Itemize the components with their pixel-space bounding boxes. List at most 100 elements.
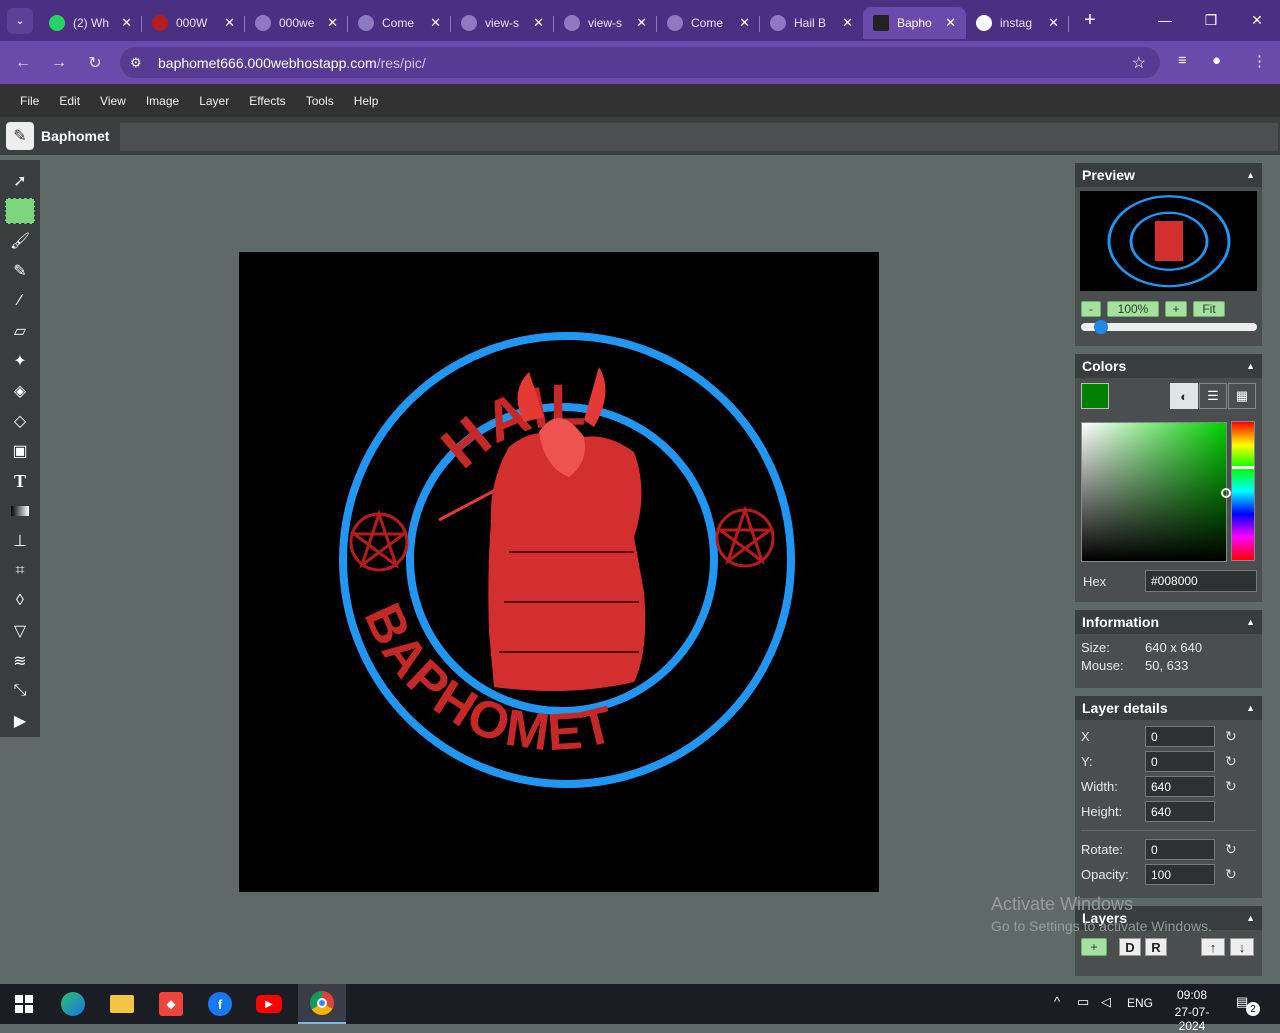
gradient-tool-icon[interactable] [5,498,35,524]
palette-tab[interactable]: ◐ [1170,383,1198,409]
reset-rotate-icon[interactable]: ↻ [1225,841,1237,858]
menu-item-edit[interactable]: Edit [49,94,90,108]
forward-button[interactable]: → [44,48,74,78]
current-color-swatch[interactable] [1081,383,1109,409]
move-layer-up-button[interactable]: ↑ [1201,938,1225,956]
clock[interactable]: 09:08 27-07-2024 [1162,988,1222,1033]
menu-item-help[interactable]: Help [344,94,389,108]
menu-item-effects[interactable]: Effects [239,94,295,108]
back-button[interactable]: ← [8,48,38,78]
zoom-level-button[interactable]: 100% [1107,301,1159,317]
swatch-list-tab[interactable]: ☰ [1199,383,1227,409]
swatch-grid-tab[interactable]: ▦ [1228,383,1256,409]
colors-header[interactable]: Colors ▲ [1075,354,1262,378]
menu-item-view[interactable]: View [90,94,136,108]
browser-tab[interactable]: Hail B ✕ [760,7,863,39]
close-tab-icon[interactable]: ✕ [842,15,853,31]
clone-tool-icon[interactable]: ⊥ [5,528,35,554]
hue-slider[interactable] [1231,421,1255,561]
duplicate-layer-button[interactable]: D [1119,938,1141,956]
zoom-in-button[interactable]: + [1165,301,1187,317]
close-tab-icon[interactable]: ✕ [636,15,647,31]
fill-tool-icon[interactable]: ◈ [5,378,35,404]
youtube-app[interactable]: ▶ [249,984,289,1024]
information-header[interactable]: Information ▲ [1075,610,1262,634]
zoom-slider-thumb[interactable] [1093,320,1108,334]
tab-search-button[interactable]: ⌄ [7,7,33,34]
reload-button[interactable]: ↻ [80,48,110,78]
url-bar[interactable]: ⚙ baphomet666.000webhostapp.com/res/pic/… [120,47,1160,78]
zoom-out-button[interactable]: - [1081,301,1101,317]
browser-tab[interactable]: Bapho ✕ [863,7,966,39]
preview-thumbnail[interactable] [1080,191,1257,291]
minimize-button[interactable]: — [1142,0,1188,40]
image-canvas[interactable]: HAIL BAPHOMET [239,252,879,892]
show-hidden-icons-icon[interactable]: ^ [1054,994,1060,1009]
hex-input[interactable]: #008000 [1145,570,1257,592]
hue-cursor[interactable] [1232,466,1254,469]
reset-x-icon[interactable]: ↻ [1225,728,1237,745]
language-indicator[interactable]: ENG [1127,996,1153,1010]
saturation-cursor[interactable] [1221,488,1231,498]
blur-tool-icon[interactable]: ◊ [5,588,35,614]
browser-tab[interactable]: 000we ✕ [245,7,348,39]
chrome-app[interactable] [298,984,346,1024]
browser-tab[interactable]: (2) Wh ✕ [39,7,142,39]
notification-center-button[interactable]: ▤ 2 [1236,994,1260,1016]
rotate-input[interactable]: 0 [1145,839,1215,860]
bulge-tool-icon[interactable]: ≋ [5,648,35,674]
y-input[interactable]: 0 [1145,751,1215,772]
close-tab-icon[interactable]: ✕ [121,15,132,31]
sharpen-tool-icon[interactable]: ▽ [5,618,35,644]
menu-item-tools[interactable]: Tools [296,94,344,108]
anydesk-app[interactable]: ◆ [151,984,191,1024]
browser-tab[interactable]: 000W ✕ [142,7,245,39]
browser-tab[interactable]: instag ✕ [966,7,1069,39]
crop-tool-icon[interactable]: ⌗ [5,558,35,584]
bookmark-star-icon[interactable]: ☆ [1132,53,1146,73]
zoom-fit-button[interactable]: Fit [1193,301,1225,317]
browser-tab[interactable]: view-s ✕ [451,7,554,39]
resize-tool-icon[interactable]: ⤡ [5,678,35,704]
menu-item-layer[interactable]: Layer [189,94,239,108]
zoom-slider[interactable] [1081,320,1257,334]
select-tool-icon[interactable]: ➚ [5,168,35,194]
close-tab-icon[interactable]: ✕ [1048,15,1059,31]
reset-size-icon[interactable]: ↻ [1225,778,1237,795]
new-tab-button[interactable]: + [1075,6,1105,36]
close-tab-icon[interactable]: ✕ [430,15,441,31]
x-input[interactable]: 0 [1145,726,1215,747]
close-window-button[interactable]: ✕ [1234,0,1280,40]
profile-icon[interactable]: ● [1212,52,1221,69]
menu-item-file[interactable]: File [10,94,49,108]
pencil-tool-icon[interactable]: ✎ [5,258,35,284]
move-layer-down-button[interactable]: ↓ [1230,938,1254,956]
layer-details-header[interactable]: Layer details ▲ [1075,696,1262,720]
site-info-icon[interactable]: ⚙ [130,55,150,71]
text-tool-icon[interactable]: T [5,468,35,494]
height-input[interactable]: 640 [1145,801,1215,822]
reset-opacity-icon[interactable]: ↻ [1225,866,1237,883]
image-tool-icon[interactable]: ▣ [5,438,35,464]
media-control-icon[interactable]: ≡ [1178,52,1187,69]
reset-y-icon[interactable]: ↻ [1225,753,1237,770]
browser-tab[interactable]: view-s ✕ [554,7,657,39]
pick-color-tool-icon[interactable]: ⁄ [5,288,35,314]
animation-tool-icon[interactable]: ▶ [5,708,35,734]
shape-tool-icon[interactable]: ◇ [5,408,35,434]
restore-button[interactable]: ❐ [1188,0,1234,40]
opacity-input[interactable]: 100 [1145,864,1215,885]
close-tab-icon[interactable]: ✕ [945,15,956,31]
facebook-app[interactable]: f [200,984,240,1024]
edge-app[interactable] [53,984,93,1024]
brush-tool-icon[interactable]: 🖌 [5,228,35,254]
close-tab-icon[interactable]: ✕ [224,15,235,31]
erase-tool-icon[interactable]: ▱ [5,318,35,344]
magic-wand-tool-icon[interactable]: ✦ [5,348,35,374]
close-tab-icon[interactable]: ✕ [739,15,750,31]
close-tab-icon[interactable]: ✕ [327,15,338,31]
file-explorer-app[interactable] [102,984,142,1024]
saturation-picker[interactable] [1081,422,1231,562]
raster-layer-button[interactable]: R [1145,938,1167,956]
close-tab-icon[interactable]: ✕ [533,15,544,31]
